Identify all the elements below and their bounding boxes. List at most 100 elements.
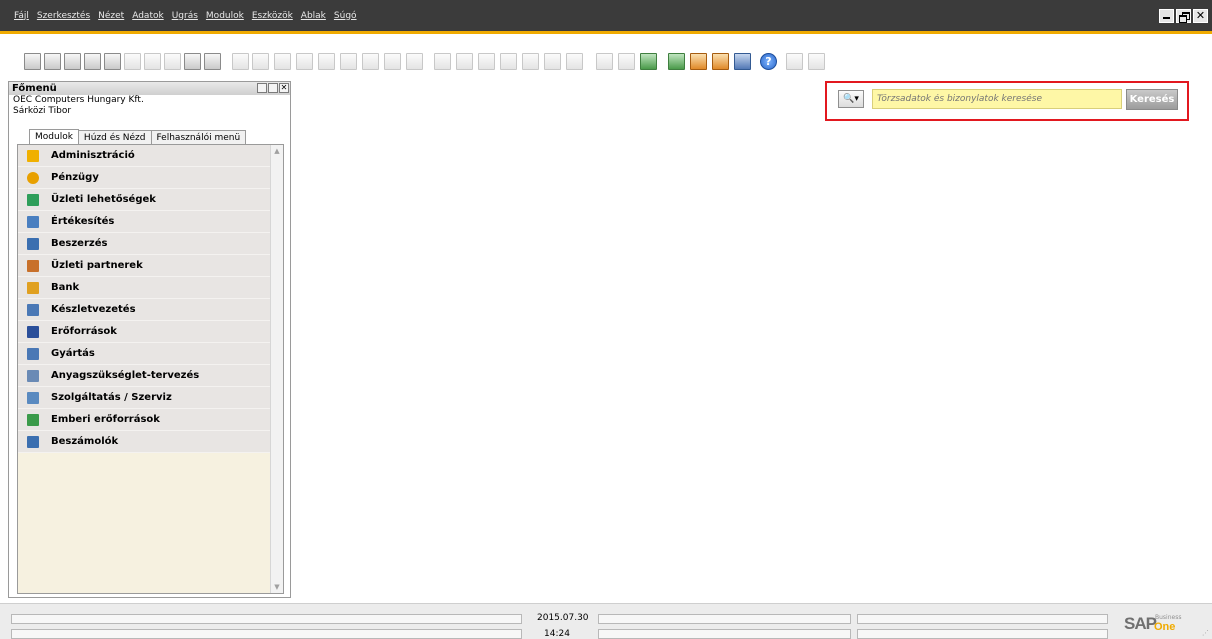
find-icon[interactable]	[232, 53, 249, 70]
search-scope-dropdown[interactable]: 🔍▾	[838, 90, 864, 108]
minimize-icon[interactable]	[257, 83, 267, 93]
module-item[interactable]: Beszámolók	[18, 431, 271, 453]
close-icon[interactable]: ✕	[1193, 9, 1208, 23]
search-input[interactable]	[872, 89, 1122, 109]
menu-file[interactable]: Fájl	[14, 11, 29, 21]
freight-icon[interactable]	[566, 53, 583, 70]
close-icon[interactable]: ✕	[279, 83, 289, 93]
module-item[interactable]: Értékesítés	[18, 211, 271, 233]
module-item[interactable]: Anyagszükséglet-tervezés	[18, 365, 271, 387]
calendar-icon[interactable]	[668, 53, 685, 70]
tab-modules[interactable]: Modulok	[29, 129, 79, 145]
minimize-icon[interactable]	[1159, 9, 1174, 23]
module-item[interactable]: Gyártás	[18, 343, 271, 365]
search-button[interactable]: Keresés	[1126, 89, 1178, 110]
first-record-icon[interactable]	[274, 53, 291, 70]
module-item[interactable]: Készletvezetés	[18, 299, 271, 321]
banking-icon	[27, 281, 39, 294]
export-pdf-icon[interactable]	[164, 53, 181, 70]
module-item[interactable]: Erőforrások	[18, 321, 271, 343]
module-label: Emberi erőforrások	[51, 414, 160, 425]
menu-data[interactable]: Adatok	[132, 11, 163, 21]
toolbar: ?	[0, 37, 1212, 83]
form-settings-icon[interactable]	[618, 53, 635, 70]
module-item[interactable]: Adminisztráció	[18, 145, 271, 167]
drafts-icon[interactable]	[808, 53, 825, 70]
mrp-icon	[27, 369, 39, 382]
export-word-icon[interactable]	[144, 53, 161, 70]
scroll-up-icon[interactable]: ▲	[271, 145, 283, 157]
logo-business-text: Business	[1155, 614, 1182, 621]
financial-report-icon[interactable]	[712, 53, 729, 70]
menu-edit[interactable]: Szerkesztés	[37, 11, 90, 21]
tab-drag-and-relate[interactable]: Húzd és Nézd	[77, 130, 152, 145]
menu-goto[interactable]: Ugrás	[172, 11, 198, 21]
gross-profit-icon[interactable]	[522, 53, 539, 70]
module-item[interactable]: Emberi erőforrások	[18, 409, 271, 431]
messages-icon[interactable]	[690, 53, 707, 70]
module-item[interactable]: Szolgáltatás / Szerviz	[18, 387, 271, 409]
business-partners-icon	[27, 259, 39, 272]
refresh-icon[interactable]	[362, 53, 379, 70]
main-menu-title: Főmenü	[12, 83, 57, 94]
menu-help[interactable]: Súgó	[334, 11, 357, 21]
company-name: OEC Computers Hungary Kft.	[13, 95, 144, 105]
search-highlight-box: 🔍▾ Keresés	[825, 81, 1189, 121]
print-icon[interactable]	[44, 53, 61, 70]
email-icon[interactable]	[64, 53, 81, 70]
export-excel-icon[interactable]	[124, 53, 141, 70]
sort-icon[interactable]	[406, 53, 423, 70]
main-menu-tabs: Modulok Húzd és Nézd Felhasználói menü	[29, 129, 247, 145]
module-item[interactable]: Bank	[18, 277, 271, 299]
purchasing-icon	[27, 237, 39, 250]
fax-icon[interactable]	[104, 53, 121, 70]
org-chart-icon[interactable]	[734, 53, 751, 70]
last-record-icon[interactable]	[340, 53, 357, 70]
module-item[interactable]: Üzleti partnerek	[18, 255, 271, 277]
target-document-icon[interactable]	[456, 53, 473, 70]
module-item[interactable]: Pénzügy	[18, 167, 271, 189]
payment-means-icon[interactable]	[500, 53, 517, 70]
menu-modules[interactable]: Modulok	[206, 11, 244, 21]
maximize-icon[interactable]	[268, 83, 278, 93]
menu-tools[interactable]: Eszközök	[252, 11, 293, 21]
print-preview-icon[interactable]	[24, 53, 41, 70]
menu-window[interactable]: Ablak	[301, 11, 326, 21]
module-item[interactable]: Üzleti lehetőségek	[18, 189, 271, 211]
add-icon[interactable]	[252, 53, 269, 70]
base-document-icon[interactable]	[434, 53, 451, 70]
restore-icon[interactable]	[1176, 9, 1191, 23]
lock-screen-icon[interactable]	[204, 53, 221, 70]
main-menu-window-controls: ✕	[257, 83, 289, 93]
module-label: Szolgáltatás / Szerviz	[51, 392, 172, 403]
status-field	[857, 614, 1108, 624]
scrollbar[interactable]: ▲ ▼	[270, 145, 283, 593]
main-menu-title-bar[interactable]: Főmenü ✕	[9, 82, 290, 95]
pictures-icon[interactable]	[786, 53, 803, 70]
volume-weight-icon[interactable]	[544, 53, 561, 70]
main-menu-window: Főmenü ✕ OEC Computers Hungary Kft. Sárk…	[8, 81, 291, 598]
module-label: Beszerzés	[51, 238, 108, 249]
status-date: 2015.07.30	[537, 613, 589, 623]
sms-icon[interactable]	[84, 53, 101, 70]
next-record-icon[interactable]	[318, 53, 335, 70]
resize-grip-icon[interactable]: ⋰	[1202, 629, 1210, 637]
user-authorization-icon[interactable]	[640, 53, 657, 70]
previous-record-icon[interactable]	[296, 53, 313, 70]
tab-user-menu[interactable]: Felhasználói menü	[150, 130, 247, 145]
reports-icon	[27, 435, 39, 448]
module-item[interactable]: Beszerzés	[18, 233, 271, 255]
user-name: Sárközi Tibor	[13, 106, 72, 116]
help-icon[interactable]: ?	[760, 53, 777, 70]
filter-icon[interactable]	[384, 53, 401, 70]
settings-icon[interactable]	[596, 53, 613, 70]
finance-icon	[27, 171, 39, 184]
scroll-down-icon[interactable]: ▼	[271, 581, 283, 593]
launch-app-icon[interactable]	[184, 53, 201, 70]
human-resources-icon	[27, 413, 39, 426]
module-label: Üzleti partnerek	[51, 260, 143, 271]
menu-view[interactable]: Nézet	[98, 11, 124, 21]
sap-business-one-logo: SAP Business One	[1124, 614, 1181, 634]
module-label: Értékesítés	[51, 216, 115, 227]
journal-icon[interactable]	[478, 53, 495, 70]
